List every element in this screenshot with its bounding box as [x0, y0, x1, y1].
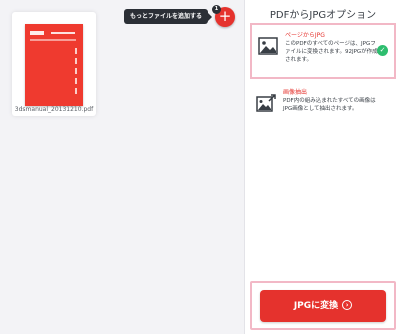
option-description: PDF内の組み込まれたすべての画像はJPG画像として抽出されます。	[283, 98, 376, 112]
image-icon	[258, 37, 278, 55]
option-page-to-jpg[interactable]: ページからJPG このPDFのすべてのページは、JPGファイルに変換されます。9…	[250, 23, 396, 79]
option-title: 画像抽出	[283, 89, 308, 96]
check-icon: ✓	[377, 45, 388, 56]
pdf-thumbnail	[25, 24, 83, 106]
image-extract-icon	[256, 94, 276, 112]
file-card[interactable]	[12, 12, 96, 116]
file-count-badge: 1	[212, 5, 221, 14]
sidebar-title: PDFからJPGオプション	[269, 10, 377, 21]
option-description: このPDFのすべてのページは、JPGファイルに変換されます。92JPGが作成され…	[285, 41, 378, 63]
options-sidebar: PDFからJPGオプション ページからJPG このPDFのすべてのページは、JP…	[244, 0, 400, 334]
option-extract-images[interactable]: 画像抽出 PDF内の組み込まれたすべての画像はJPG画像として抽出されます。	[250, 82, 396, 130]
convert-button-label: JPGに変換	[293, 301, 339, 311]
file-workspace: 3dsmanual_20131210.pdf もっとファイルを追加する 1 +	[0, 0, 244, 334]
convert-area: JPGに変換 ›	[250, 281, 396, 330]
convert-to-jpg-button[interactable]: JPGに変換 ›	[260, 290, 386, 322]
file-name: 3dsmanual_20131210.pdf	[14, 106, 94, 113]
page: 3dsmanual_20131210.pdf もっとファイルを追加する 1 + …	[0, 0, 400, 334]
add-files-tooltip: もっとファイルを追加する	[124, 9, 213, 24]
arrow-right-circle-icon: ›	[342, 299, 353, 310]
option-title: ページからJPG	[285, 32, 325, 39]
